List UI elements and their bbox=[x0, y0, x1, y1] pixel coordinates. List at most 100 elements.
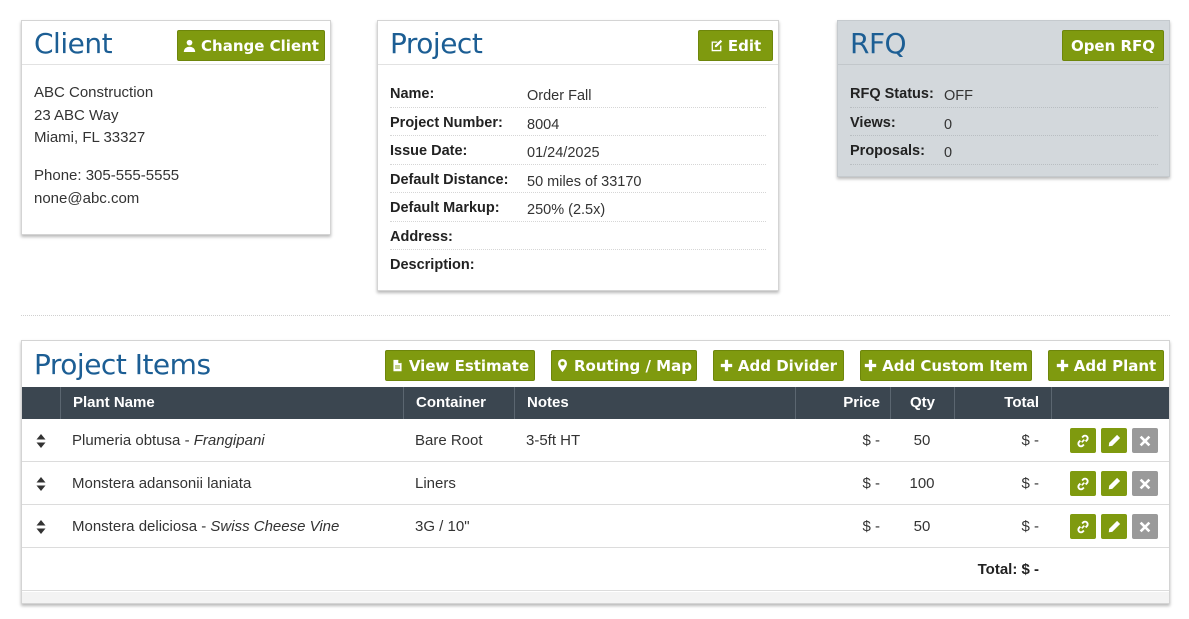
edit-icon bbox=[711, 39, 723, 52]
routing-map-label: Routing / Map bbox=[574, 356, 692, 375]
field-label: Name: bbox=[390, 86, 435, 102]
price-cell: $ - bbox=[862, 475, 880, 492]
edit-project-button[interactable]: Edit bbox=[698, 30, 773, 61]
client-panel-header: Client Change Client bbox=[22, 21, 330, 65]
field-value: OFF bbox=[944, 88, 973, 104]
plant-botanical-name: Monstera adansonii laniata bbox=[72, 475, 252, 492]
map-marker-icon bbox=[558, 359, 567, 372]
table-row: Monstera deliciosa - Swiss Cheese Vine 3… bbox=[22, 505, 1169, 548]
open-rfq-label: Open RFQ bbox=[1070, 36, 1156, 55]
field-value: 01/24/2025 bbox=[527, 145, 600, 161]
project-field-distance: Default Distance: 50 miles of 33170 bbox=[390, 165, 766, 193]
client-panel: Client Change Client ABC Construction 23… bbox=[21, 20, 331, 235]
link-button[interactable] bbox=[1070, 514, 1096, 539]
view-estimate-label: View Estimate bbox=[408, 356, 530, 375]
qty-cell: 100 bbox=[909, 475, 935, 492]
plus-icon bbox=[1056, 359, 1068, 372]
column-header-actions bbox=[1051, 387, 1169, 419]
plant-common-name: Swiss Cheese Vine bbox=[210, 518, 340, 535]
qty-cell: 50 bbox=[913, 518, 931, 535]
sort-handle-icon[interactable] bbox=[36, 477, 46, 491]
close-icon bbox=[1139, 478, 1151, 489]
name-separator: - bbox=[180, 432, 194, 449]
add-custom-item-label: Add Custom Item bbox=[882, 356, 1028, 375]
client-contact: Phone: 305-555-5555 none@abc.com bbox=[34, 165, 179, 210]
column-header-qty[interactable]: Qty bbox=[890, 387, 954, 419]
rfq-panel: RFQ Open RFQ RFQ Status: OFF Views: 0 Pr… bbox=[837, 20, 1170, 177]
field-label: Default Markup: bbox=[390, 200, 500, 216]
change-client-button[interactable]: Change Client bbox=[177, 30, 325, 61]
field-value: 0 bbox=[944, 145, 953, 161]
plus-icon bbox=[720, 359, 733, 372]
edit-project-label: Edit bbox=[727, 36, 762, 55]
plant-name-cell[interactable]: Monstera adansonii laniata bbox=[72, 475, 251, 492]
field-value: 50 miles of 33170 bbox=[527, 173, 642, 190]
edit-row-button[interactable] bbox=[1101, 514, 1127, 539]
table-row: Monstera adansonii laniata Liners $ - 10… bbox=[22, 462, 1169, 505]
edit-row-button[interactable] bbox=[1101, 428, 1127, 453]
project-field-markup: Default Markup: 250% (2.5x) bbox=[390, 193, 766, 222]
column-header-price[interactable]: Price bbox=[795, 387, 890, 419]
column-header-plant-name[interactable]: Plant Name bbox=[60, 387, 403, 419]
column-header-notes[interactable]: Notes bbox=[514, 387, 795, 419]
field-label: Default Distance: bbox=[390, 171, 509, 188]
edit-row-button[interactable] bbox=[1101, 471, 1127, 496]
pencil-icon bbox=[1108, 477, 1121, 489]
column-header-total[interactable]: Total bbox=[954, 387, 1051, 419]
link-button[interactable] bbox=[1070, 471, 1096, 496]
close-icon bbox=[1139, 435, 1151, 446]
field-value: 250% (2.5x) bbox=[527, 202, 606, 218]
project-panel-header: Project Edit bbox=[378, 21, 778, 65]
delete-row-button[interactable] bbox=[1132, 428, 1158, 453]
total-cell: $ - bbox=[1021, 432, 1039, 449]
price-cell: $ - bbox=[862, 518, 880, 535]
sort-handle-icon[interactable] bbox=[36, 520, 46, 534]
name-separator: - bbox=[197, 518, 211, 535]
project-field-name: Name: Order Fall bbox=[390, 79, 766, 108]
field-label: Issue Date: bbox=[390, 143, 468, 159]
plant-botanical-name: Monstera deliciosa bbox=[72, 518, 198, 535]
rfq-title: RFQ bbox=[850, 27, 907, 60]
sort-handle-icon[interactable] bbox=[36, 434, 46, 448]
project-items-panel: Project Items View Estimate Routing / Ma… bbox=[21, 340, 1170, 604]
rfq-field-views: Views: 0 bbox=[850, 108, 1158, 136]
add-plant-label: Add Plant bbox=[1073, 356, 1157, 375]
plus-icon bbox=[864, 359, 877, 372]
link-icon bbox=[1077, 434, 1089, 447]
add-divider-button[interactable]: Add Divider bbox=[713, 350, 844, 381]
client-phone: Phone: 305-555-5555 bbox=[34, 167, 180, 184]
routing-map-button[interactable]: Routing / Map bbox=[551, 350, 697, 381]
field-label: Views: bbox=[850, 114, 896, 131]
open-rfq-button[interactable]: Open RFQ bbox=[1062, 30, 1164, 61]
notes-cell: 3-5ft HT bbox=[526, 432, 581, 449]
add-custom-item-button[interactable]: Add Custom Item bbox=[860, 350, 1032, 381]
project-title: Project bbox=[390, 27, 483, 60]
change-client-label: Change Client bbox=[201, 36, 319, 55]
delete-row-button[interactable] bbox=[1132, 471, 1158, 496]
rfq-field-proposals: Proposals: 0 bbox=[850, 136, 1158, 165]
pencil-icon bbox=[1108, 434, 1121, 446]
pencil-icon bbox=[1108, 520, 1121, 532]
grand-total: Total: $ - bbox=[977, 561, 1039, 578]
client-address: ABC Construction 23 ABC Way Miami, FL 33… bbox=[34, 82, 153, 150]
close-icon bbox=[1139, 521, 1151, 532]
add-plant-button[interactable]: Add Plant bbox=[1048, 350, 1164, 381]
plant-name-cell[interactable]: Monstera deliciosa - Swiss Cheese Vine bbox=[72, 518, 339, 535]
field-value: 0 bbox=[944, 116, 953, 133]
user-icon bbox=[183, 39, 196, 52]
items-table-header: Plant Name Container Notes Price Qty Tot… bbox=[22, 387, 1169, 419]
project-items-header: Project Items View Estimate Routing / Ma… bbox=[22, 341, 1169, 387]
plant-name-cell[interactable]: Plumeria obtusa - Frangipani bbox=[72, 432, 265, 449]
column-header-container[interactable]: Container bbox=[403, 387, 514, 419]
qty-cell: 50 bbox=[913, 432, 931, 449]
client-title: Client bbox=[34, 27, 113, 60]
view-estimate-button[interactable]: View Estimate bbox=[385, 350, 535, 381]
field-label: Project Number: bbox=[390, 114, 503, 131]
field-value: Order Fall bbox=[527, 88, 592, 104]
field-label: Address: bbox=[390, 228, 453, 245]
project-panel: Project Edit Name: Order Fall Project Nu… bbox=[377, 20, 779, 291]
link-button[interactable] bbox=[1070, 428, 1096, 453]
field-label: Description: bbox=[390, 257, 475, 273]
grand-total-row: Total: $ - bbox=[22, 548, 1169, 591]
delete-row-button[interactable] bbox=[1132, 514, 1158, 539]
